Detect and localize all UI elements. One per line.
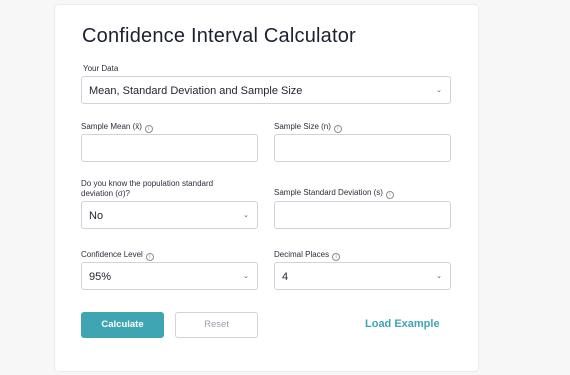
confidence-level-value: 95%: [89, 271, 112, 283]
your-data-select[interactable]: Mean, Standard Deviation and Sample Size…: [81, 76, 451, 104]
know-sd-value: No: [89, 210, 104, 222]
decimal-places-value: 4: [282, 271, 289, 283]
calculate-button[interactable]: Calculate: [81, 312, 164, 338]
know-sd-label-line2: deviation (σ)?: [81, 189, 130, 198]
sample-mean-input[interactable]: [81, 134, 258, 162]
your-data-label: Your Data: [83, 64, 119, 73]
know-sd-select[interactable]: No ⌄: [81, 201, 258, 229]
calculator-card: Confidence Interval Calculator Your Data…: [55, 5, 478, 371]
know-sd-label: Do you know the population standard devi…: [81, 179, 213, 199]
chevron-down-icon: ⌄: [436, 87, 442, 94]
sample-sd-label-text: Sample Standard Deviation (s): [274, 188, 383, 197]
info-icon[interactable]: i: [385, 191, 394, 199]
decimal-places-label: Decimal Places i: [274, 250, 341, 261]
reset-button[interactable]: Reset: [175, 312, 258, 338]
sample-size-label-text: Sample Size (n): [274, 122, 331, 131]
chevron-down-icon: ⌄: [243, 273, 249, 280]
sample-size-input[interactable]: [274, 134, 451, 162]
confidence-level-label-text: Confidence Level: [81, 250, 143, 259]
info-icon[interactable]: i: [333, 125, 342, 133]
confidence-level-label: Confidence Level i: [81, 250, 154, 261]
your-data-value: Mean, Standard Deviation and Sample Size: [89, 85, 303, 97]
chevron-down-icon: ⌄: [243, 212, 249, 219]
confidence-level-select[interactable]: 95% ⌄: [81, 262, 258, 290]
info-icon[interactable]: i: [144, 125, 153, 133]
info-icon[interactable]: i: [332, 253, 341, 261]
sample-mean-label: Sample Mean (x̄) i: [81, 122, 153, 133]
load-example-link[interactable]: Load Example: [365, 318, 440, 330]
info-icon[interactable]: i: [145, 253, 154, 261]
sample-mean-label-text: Sample Mean (x̄): [81, 122, 142, 131]
decimal-places-select[interactable]: 4 ⌄: [274, 262, 451, 290]
chevron-down-icon: ⌄: [436, 273, 442, 280]
know-sd-label-line1: Do you know the population standard: [81, 179, 214, 188]
sample-sd-input[interactable]: [274, 201, 451, 229]
sample-size-label: Sample Size (n) i: [274, 122, 342, 133]
decimal-places-label-text: Decimal Places: [274, 250, 330, 259]
sample-sd-label: Sample Standard Deviation (s) i: [274, 188, 394, 199]
page-title: Confidence Interval Calculator: [82, 25, 356, 47]
